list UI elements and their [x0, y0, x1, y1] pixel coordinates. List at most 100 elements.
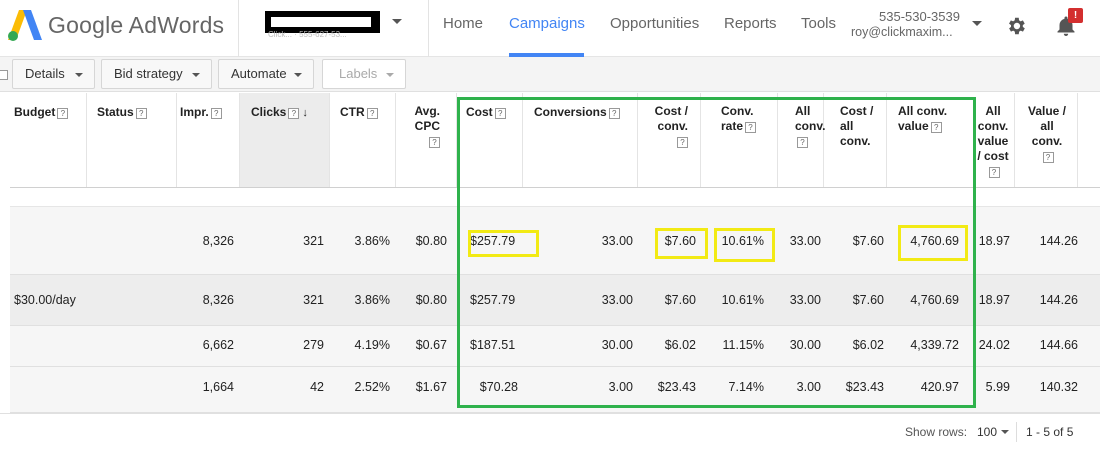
- nav-reports[interactable]: Reports: [724, 15, 777, 32]
- notification-badge[interactable]: !: [1068, 8, 1083, 23]
- help-icon[interactable]: ?: [135, 108, 147, 119]
- automate-button[interactable]: Automate: [218, 59, 314, 89]
- gear-icon[interactable]: [1005, 15, 1027, 37]
- cell-clicks: 321: [303, 234, 324, 248]
- cell-conv-rate: 11.15%: [722, 338, 764, 352]
- column-divider: [700, 93, 701, 188]
- column-divider: [777, 93, 778, 188]
- header-conversions[interactable]: Conversions?: [534, 105, 620, 120]
- cell-value-per-all-conv: 140.32: [1039, 380, 1078, 394]
- header-clicks[interactable]: Clicks? ↓: [251, 105, 308, 121]
- cell-all-conv-value: 420.97: [920, 380, 959, 394]
- header-all-conv-value[interactable]: All conv. value?: [898, 104, 947, 134]
- cell-all-conv-value-per-cost: 18.97: [978, 234, 1010, 248]
- cell-all-conv-value: 4,339.72: [910, 338, 959, 352]
- cell-impr: 8,326: [202, 234, 234, 248]
- cell-cost-per-conv: $23.43: [657, 380, 696, 394]
- help-icon[interactable]: ?: [988, 167, 1000, 178]
- header-label: all: [1040, 119, 1054, 133]
- help-icon[interactable]: ?: [288, 108, 300, 119]
- column-divider: [86, 93, 87, 188]
- account-chevron-down-icon[interactable]: [392, 19, 402, 24]
- help-icon[interactable]: ?: [57, 108, 69, 119]
- cell-ctr: 4.19%: [354, 338, 390, 352]
- details-button[interactable]: Details: [12, 59, 95, 89]
- header-impr[interactable]: Impr.?: [180, 105, 222, 120]
- header-label: Conv.: [721, 104, 754, 118]
- header-cost-per-conv[interactable]: Cost / conv. ?: [640, 104, 688, 149]
- nav-campaigns[interactable]: Campaigns: [509, 15, 585, 32]
- cell-avg-cpc: $0.80: [415, 293, 447, 307]
- header-ctr[interactable]: CTR?: [340, 105, 378, 120]
- column-divider: [176, 93, 177, 188]
- rows-per-page-select[interactable]: 100: [977, 425, 997, 439]
- collapse-panel-handle[interactable]: [0, 70, 8, 80]
- nav-opportunities[interactable]: Opportunities: [610, 15, 699, 32]
- nav-home[interactable]: Home: [443, 15, 483, 32]
- brand-name[interactable]: Google AdWords: [48, 12, 224, 39]
- help-icon[interactable]: ?: [608, 108, 620, 119]
- help-icon[interactable]: ?: [494, 108, 506, 119]
- nav-tools[interactable]: Tools: [801, 15, 836, 32]
- header-label: conv.: [977, 119, 1009, 133]
- cell-conversions: 33.00: [601, 234, 633, 248]
- labels-button[interactable]: Labels: [322, 59, 406, 89]
- header-label: All: [985, 104, 1001, 118]
- divider: [428, 0, 429, 57]
- cell-all-conv-value-per-cost: 5.99: [985, 380, 1010, 394]
- help-icon[interactable]: ?: [930, 122, 942, 133]
- user-chevron-down-icon[interactable]: [972, 21, 982, 26]
- chevron-down-icon[interactable]: [1001, 430, 1009, 434]
- column-divider: [1077, 93, 1078, 188]
- bid-strategy-button[interactable]: Bid strategy: [101, 59, 212, 89]
- cell-conv-rate: 7.14%: [728, 380, 764, 394]
- sort-descending-icon[interactable]: ↓: [302, 106, 308, 121]
- cell-impr: 6,662: [202, 338, 234, 352]
- header-cost[interactable]: Cost?: [466, 105, 506, 120]
- header-label: Impr.: [180, 105, 209, 119]
- table-row-campaign[interactable]: 6,662 279 4.19% $0.67 $187.51 30.00 $6.0…: [10, 326, 1100, 367]
- automate-button-label: Automate: [231, 66, 287, 81]
- cell-all-conv-value: 4,760.69: [910, 234, 959, 248]
- help-icon[interactable]: ?: [366, 108, 378, 119]
- header-label: CTR: [340, 105, 365, 119]
- help-icon[interactable]: ?: [429, 137, 440, 148]
- cell-cost-per-conv: $7.60: [664, 293, 696, 307]
- header-label: value: [977, 134, 1009, 148]
- header-status[interactable]: Status?: [97, 105, 147, 120]
- details-button-label: Details: [25, 66, 65, 81]
- help-icon[interactable]: ?: [1042, 152, 1054, 163]
- column-divider: [1014, 93, 1015, 188]
- cell-cost-per-conv: $7.60: [664, 234, 696, 248]
- header-all-conv[interactable]: All conv. ?: [795, 104, 825, 149]
- account-email[interactable]: roy@clickmaxim...: [851, 25, 953, 39]
- chevron-down-icon: [294, 73, 302, 77]
- chevron-down-icon: [192, 73, 200, 77]
- cell-budget[interactable]: $30.00/day: [14, 293, 76, 307]
- help-icon[interactable]: ?: [745, 122, 757, 133]
- cell-cost: $257.79: [470, 293, 516, 307]
- cell-cost-per-conv: $6.02: [664, 338, 696, 352]
- header-conv-rate[interactable]: Conv. rate?: [721, 104, 757, 134]
- column-divider: [329, 93, 330, 188]
- help-icon[interactable]: ?: [677, 137, 688, 148]
- help-icon[interactable]: ?: [210, 108, 222, 119]
- adwords-logo-icon[interactable]: [6, 8, 44, 42]
- column-divider: [522, 93, 523, 188]
- table-row-total-filtered[interactable]: 8,326 321 3.86% $0.80 $257.79 33.00 $7.6…: [10, 206, 1100, 275]
- cell-all-conv-value-per-cost: 24.02: [978, 338, 1010, 352]
- table-row-campaign[interactable]: $30.00/day 8,326 321 3.86% $0.80 $257.79…: [10, 275, 1100, 326]
- header-value-per-all-conv[interactable]: Value / all conv. ?: [1018, 104, 1076, 164]
- account-phone[interactable]: 535-530-3539: [879, 9, 960, 24]
- header-avg-cpc[interactable]: Avg. CPC ?: [396, 104, 440, 149]
- table-spacer: [10, 188, 1100, 206]
- cell-all-conv: 3.00: [796, 380, 821, 394]
- header-cost-per-all-conv[interactable]: Cost / all conv.: [840, 104, 873, 149]
- campaigns-table: Budget? Status? Impr.? Clicks? ↓ CTR? Avg…: [10, 93, 1100, 413]
- header-budget[interactable]: Budget?: [14, 105, 69, 120]
- cell-all-conv-value-per-cost: 18.97: [978, 293, 1010, 307]
- table-row-campaign[interactable]: 1,664 42 2.52% $1.67 $70.28 3.00 $23.43 …: [10, 367, 1100, 413]
- help-icon[interactable]: ?: [797, 137, 808, 148]
- header-all-conv-value-per-cost[interactable]: All conv. value / cost ?: [972, 104, 1014, 179]
- cell-all-conv: 33.00: [789, 234, 821, 248]
